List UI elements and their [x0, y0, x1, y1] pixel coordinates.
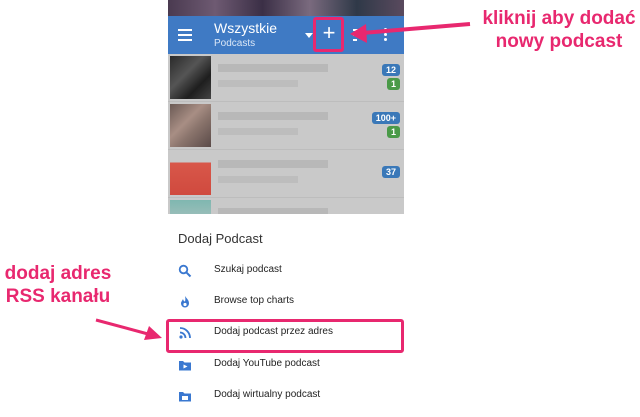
arrow-to-rss-item	[95, 318, 149, 336]
annotation-line: nowy podcast	[495, 31, 623, 52]
annotation-rss: dodaj adres RSS kanału	[0, 262, 116, 308]
annotation-arrows	[95, 22, 471, 340]
annotation-line: RSS kanału	[5, 286, 111, 307]
arrow-head-add-button	[350, 24, 367, 43]
annotation-add-podcast: kliknij aby dodać nowy podcast	[476, 7, 640, 53]
arrow-to-add-button	[361, 22, 471, 35]
arrow-head-rss-item	[144, 326, 162, 340]
annotation-line: kliknij aby dodać	[482, 8, 636, 29]
annotation-line: dodaj adres	[4, 263, 112, 284]
